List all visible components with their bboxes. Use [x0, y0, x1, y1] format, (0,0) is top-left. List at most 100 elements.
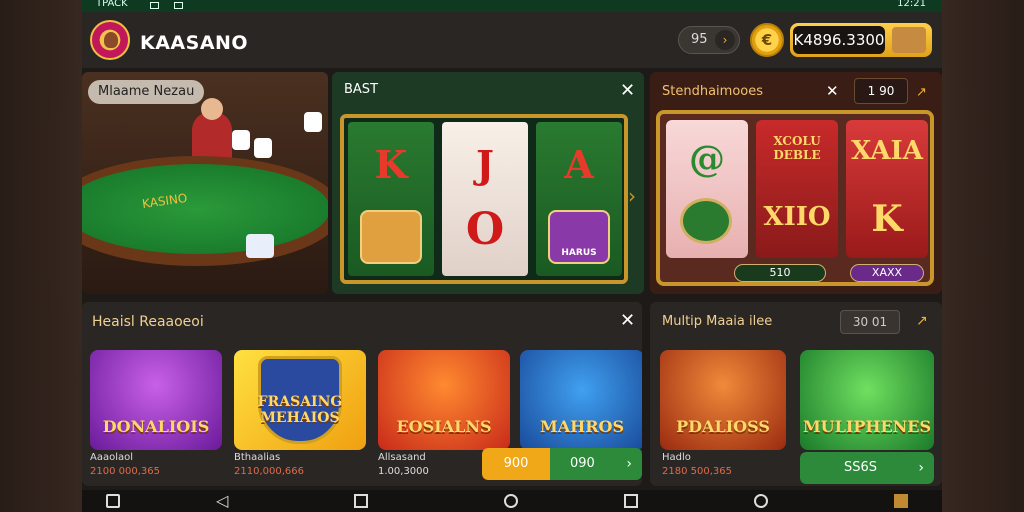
- reel-b-2-symbol-mid: XIIO: [763, 202, 831, 232]
- table-felt: KASINO: [82, 164, 328, 254]
- menu-icon[interactable]: [106, 494, 120, 508]
- background-right: [942, 0, 1024, 512]
- reel-b-2-symbol: XCOLU DEBLE: [773, 134, 821, 162]
- multi-games-section: Multip Maaia ilee 30 01 ↗ PDALIOSS Hadlo…: [650, 302, 942, 486]
- go-button[interactable]: 090 ›: [550, 448, 642, 480]
- notification-icon: [150, 2, 159, 9]
- coin-icon[interactable]: €: [750, 23, 784, 57]
- section-title: Heaisl Reaaoeoi: [92, 314, 204, 330]
- reel-2-symbol: J: [476, 142, 494, 187]
- win-bar: 510: [734, 264, 826, 282]
- game-meta: Bthaalias: [234, 452, 281, 463]
- reel-3-symbol: A: [564, 142, 594, 187]
- recents-icon[interactable]: [624, 494, 638, 508]
- close-icon[interactable]: ✕: [620, 312, 635, 330]
- game-amount: 2110,000,666: [234, 466, 304, 477]
- game-name: MULIPHENES: [802, 417, 932, 436]
- game-tile[interactable]: PDALIOSS: [660, 350, 786, 450]
- game-tile[interactable]: DONALIOIS: [90, 350, 222, 450]
- reel-frame: K J O A HARUS: [340, 114, 628, 284]
- dealer-figure: [192, 98, 232, 162]
- reel-b-2: XCOLU DEBLE XIIO: [756, 120, 838, 258]
- multi-counter[interactable]: 30 01: [840, 310, 900, 334]
- logo-icon[interactable]: [90, 20, 130, 60]
- game-amount: 1.00,3000: [378, 466, 429, 477]
- reel-1-symbol: K: [374, 142, 408, 187]
- reel-b-1-symbol: @: [689, 138, 725, 180]
- game-tile[interactable]: EOSIALNS: [378, 350, 510, 450]
- app-window: KAASANO 95 › € K4896.3300 KASINO Mlaame …: [82, 12, 942, 490]
- close-icon[interactable]: ✕: [620, 82, 635, 100]
- slot-b-title: Stendhaimooes: [662, 84, 763, 99]
- game-tile[interactable]: FRASAING MEHAIOS: [234, 350, 366, 450]
- reel-2-symbol-mid: O: [465, 204, 505, 255]
- game-tile[interactable]: MAHROS: [520, 350, 642, 450]
- game-name: PDALIOSS: [676, 417, 770, 436]
- chevron-right-icon[interactable]: ›: [628, 184, 636, 208]
- chevron-right-icon[interactable]: ›: [715, 30, 735, 50]
- home-icon[interactable]: [504, 494, 518, 508]
- nav-bar: ◁: [82, 490, 942, 512]
- slot-a-title: BAST: [344, 82, 379, 97]
- live-table-card[interactable]: KASINO Mlaame Nezau: [82, 72, 328, 294]
- recent-games-section: Heaisl Reaaoeoi ✕ DONALIOIS Aaaolaol 210…: [82, 302, 642, 486]
- game-amount: 2180 500,365: [662, 466, 732, 477]
- reel-2: J O: [442, 122, 528, 276]
- game-amount: 2100 000,365: [90, 466, 160, 477]
- section-title: Multip Maaia ilee: [662, 314, 773, 329]
- play-button-label: SS6S: [844, 460, 878, 475]
- app-header: KAASANO 95 › € K4896.3300: [82, 12, 942, 68]
- gem-icon: [680, 198, 732, 244]
- game-meta: Allsasand: [378, 452, 426, 463]
- game-name: DONALIOIS: [102, 417, 210, 436]
- slot-b-counter[interactable]: 1 90: [854, 78, 908, 104]
- card-shoe-icon: [246, 234, 274, 258]
- status-bar: TPACK 12:21: [82, 0, 942, 12]
- dice-icon: [232, 130, 250, 150]
- slot-card-b[interactable]: Stendhaimooes ✕ 1 90 ↗ @ XCOLU DEBLE XII…: [650, 72, 942, 294]
- background-left: [0, 0, 82, 512]
- status-carrier: TPACK: [96, 0, 128, 9]
- play-button-group: 900 090 ›: [482, 448, 642, 480]
- chevron-right-icon: ›: [626, 456, 632, 472]
- play-button-group: SS6S ›: [800, 452, 934, 484]
- app-icon[interactable]: [894, 494, 908, 508]
- balance-box[interactable]: K4896.3300: [790, 23, 932, 57]
- reel-b-3-symbol-mid: K: [871, 198, 903, 240]
- notification-icon-2: [174, 2, 183, 9]
- bonus-bar: XAXX: [850, 264, 924, 282]
- circle-icon[interactable]: [754, 494, 768, 508]
- felt-text: KASINO: [141, 190, 189, 212]
- dog-badge-icon: HARUS: [548, 210, 610, 264]
- status-time: 12:21: [897, 0, 926, 9]
- square-icon[interactable]: [354, 494, 368, 508]
- dice-icon-2: [254, 138, 272, 158]
- expand-icon[interactable]: ↗: [916, 312, 928, 330]
- game-name: MAHROS: [539, 417, 625, 436]
- reel-b-3-symbol: XAIA: [851, 136, 923, 166]
- pin-icon[interactable]: ✕: [826, 82, 839, 100]
- go-button-label: 090: [570, 456, 595, 471]
- game-meta: Aaaolaol: [90, 452, 134, 463]
- balance-value: K4896.3300: [793, 26, 885, 54]
- reel-3: A HARUS: [536, 122, 622, 276]
- reel-frame-b: @ XCOLU DEBLE XIIO XAIA K 510 XAXX: [656, 110, 934, 286]
- expand-icon[interactable]: ↗: [916, 84, 927, 102]
- dog-icon: [360, 210, 422, 264]
- reel-1: K: [348, 122, 434, 276]
- game-meta: Hadlo: [662, 452, 691, 463]
- level-pill[interactable]: 95 ›: [678, 26, 740, 54]
- badge-label: HARUS: [561, 248, 597, 258]
- play-button[interactable]: SS6S ›: [800, 452, 934, 484]
- slot-card-a[interactable]: BAST ✕ K J O A HARUS ›: [332, 72, 644, 294]
- brand-name: KAASANO: [140, 32, 249, 54]
- back-icon[interactable]: ◁: [216, 493, 230, 509]
- reel-b-3: XAIA K: [846, 120, 928, 258]
- game-tile[interactable]: MULIPHENES: [800, 350, 934, 450]
- table-tag[interactable]: Mlaame Nezau: [88, 80, 205, 104]
- reel-b-1: @: [666, 120, 748, 258]
- game-name: FRASAING MEHAIOS: [257, 394, 343, 426]
- game-name: EOSIALNS: [396, 417, 492, 436]
- play-button[interactable]: 900: [482, 448, 550, 480]
- avatar[interactable]: [892, 27, 926, 53]
